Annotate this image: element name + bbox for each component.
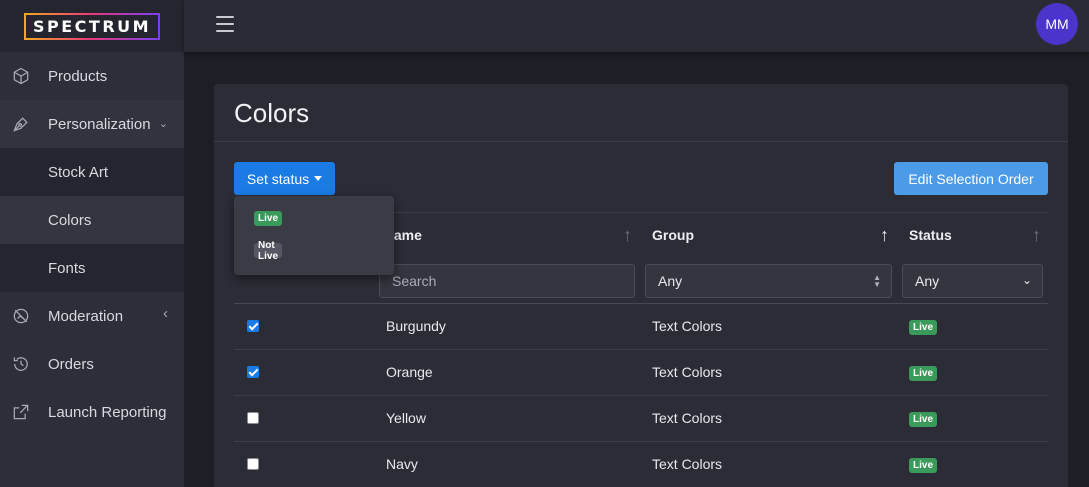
colors-card: Colors Set status Edit Selection Order l… <box>214 84 1068 487</box>
spectrum-logo[interactable]: SPECTRUM <box>24 12 161 40</box>
chevron-left-icon: ‹ <box>163 305 168 322</box>
page-title: Colors <box>234 98 310 128</box>
external-link-icon <box>10 401 32 423</box>
select-arrows-icon: ▲ ▼ <box>873 273 881 289</box>
sidebar-item-label: Stock Art <box>48 163 109 181</box>
table-row[interactable]: Orange Text Colors Live <box>234 350 1048 396</box>
sidebar-item-label: Moderation <box>48 307 124 325</box>
sidebar-item-label: Orders <box>48 355 94 373</box>
edit-selection-order-button[interactable]: Edit Selection Order <box>894 162 1048 195</box>
status-badge: Live <box>909 412 938 427</box>
row-checkbox[interactable] <box>247 412 259 424</box>
edit-selection-order-label: Edit Selection Order <box>908 170 1034 187</box>
sidebar-item-colors[interactable]: Colors <box>0 196 184 244</box>
box-icon <box>10 65 32 87</box>
image-off-icon <box>10 305 32 327</box>
row-checkbox[interactable] <box>247 458 259 470</box>
chevron-down-icon: ⌄ <box>158 118 168 130</box>
sidebar-item-personalization[interactable]: Personalization ⌄ <box>0 100 184 148</box>
column-header-group[interactable]: Group <box>652 227 694 243</box>
group-filter-select[interactable]: Any ▲ ▼ <box>645 264 892 298</box>
status-filter-select[interactable]: Any ⌄ <box>902 264 1043 298</box>
row-name: Yellow <box>386 410 426 426</box>
status-badge: Live <box>909 458 938 473</box>
set-status-label: Set status <box>246 170 310 187</box>
history-icon <box>10 353 32 375</box>
row-group: Text Colors <box>652 456 723 472</box>
sidebar-item-launch-reporting[interactable]: Launch Reporting <box>0 388 184 436</box>
sidebar-item-moderation[interactable]: Moderation ‹ <box>0 292 184 340</box>
avatar[interactable]: MM <box>1036 3 1078 45</box>
sidebar-item-label: Personalization <box>48 115 151 133</box>
sidebar-item-orders[interactable]: Orders <box>0 340 184 388</box>
set-status-dropdown-menu: Live Not Live <box>234 196 394 275</box>
row-name: Burgundy <box>386 318 446 334</box>
table-row[interactable]: Burgundy Text Colors Live <box>234 304 1048 350</box>
divider <box>214 141 1068 142</box>
sort-arrow-icon[interactable]: ↑ <box>1032 225 1041 246</box>
sidebar-item-label: Fonts <box>48 259 86 277</box>
sort-arrow-icon[interactable]: ↑ <box>880 225 889 246</box>
pen-nib-icon <box>10 113 32 135</box>
status-filter-value: Any <box>915 273 940 289</box>
table-row[interactable]: Yellow Text Colors Live <box>234 396 1048 442</box>
hamburger-menu-icon[interactable] <box>216 16 234 32</box>
logo-area: SPECTRUM <box>0 0 184 52</box>
row-group: Text Colors <box>652 364 723 380</box>
caret-down-icon <box>314 176 323 181</box>
table-row[interactable]: Navy Text Colors Live <box>234 442 1048 487</box>
sidebar-item-stock-art[interactable]: Stock Art <box>0 148 184 196</box>
row-group: Text Colors <box>652 410 723 426</box>
status-badge: Live <box>909 320 938 335</box>
group-filter-value: Any <box>658 273 683 289</box>
status-badge: Live <box>909 366 938 381</box>
chevron-down-icon: ⌄ <box>1021 273 1032 287</box>
sidebar-item-label: Launch Reporting <box>48 403 167 421</box>
sidebar: SPECTRUM Products Personalization ⌄ Stoc… <box>0 0 184 487</box>
live-badge: Live <box>254 211 283 226</box>
sidebar-item-label: Products <box>48 67 108 85</box>
row-name: Orange <box>386 364 433 380</box>
row-checkbox[interactable] <box>247 366 259 378</box>
name-search-input[interactable]: Search <box>379 264 635 298</box>
column-header-name[interactable]: lame <box>390 227 422 243</box>
sidebar-item-label: Colors <box>48 211 92 229</box>
column-header-status[interactable]: Status <box>909 227 952 243</box>
row-name: Navy <box>386 456 418 472</box>
row-group: Text Colors <box>652 318 723 334</box>
top-bar: MM <box>184 0 1089 52</box>
row-checkbox[interactable] <box>247 320 259 332</box>
sidebar-item-products[interactable]: Products <box>0 52 184 100</box>
sidebar-item-fonts[interactable]: Fonts <box>0 244 184 292</box>
sort-arrow-icon[interactable]: ↑ <box>623 225 632 246</box>
not-live-badge: Not Live <box>254 240 282 262</box>
set-status-button[interactable]: Set status <box>234 162 335 195</box>
